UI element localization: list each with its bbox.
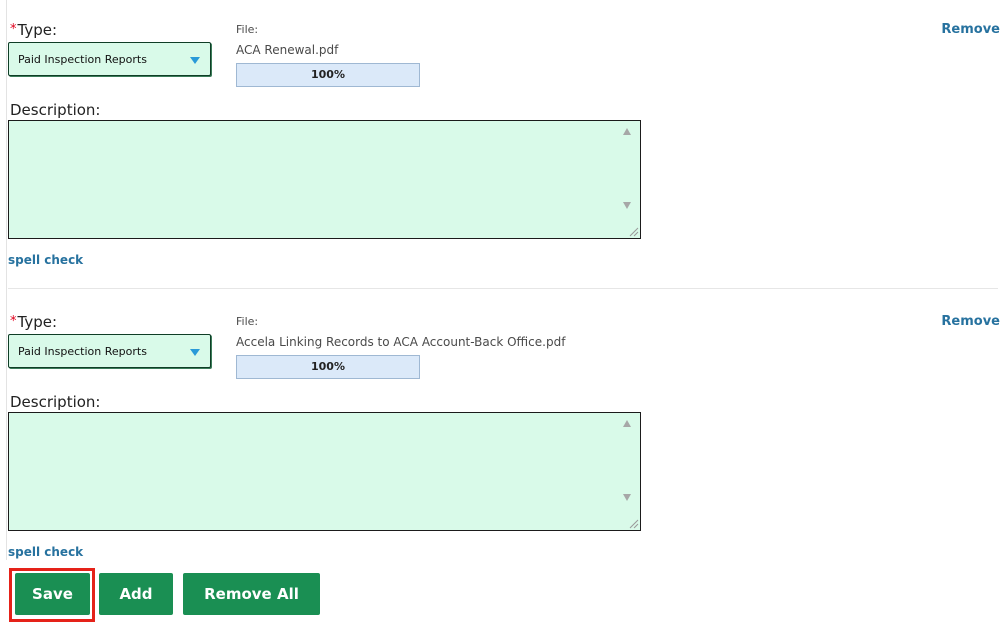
upload-progress-bar: 100% bbox=[236, 63, 420, 87]
document-type-value: Paid Inspection Reports bbox=[18, 53, 147, 66]
chevron-down-icon bbox=[190, 349, 200, 356]
resize-grip-icon[interactable] bbox=[628, 518, 639, 529]
type-label: *Type: bbox=[10, 313, 58, 331]
document-entry-1: *Type: Paid Inspection Reports File: ACA… bbox=[0, 0, 1003, 285]
document-type-value: Paid Inspection Reports bbox=[18, 345, 147, 358]
description-textarea[interactable] bbox=[8, 120, 641, 239]
document-entry-2: *Type: Paid Inspection Reports File: Acc… bbox=[0, 292, 1003, 577]
spell-check-link[interactable]: spell check bbox=[8, 545, 83, 559]
remove-link[interactable]: Remove bbox=[941, 314, 1000, 329]
add-button[interactable]: Add bbox=[99, 573, 173, 615]
action-button-bar: Save Add Remove All bbox=[0, 568, 1003, 623]
file-label: File: bbox=[236, 23, 259, 36]
file-label: File: bbox=[236, 315, 259, 328]
section-divider bbox=[8, 288, 998, 289]
type-label: *Type: bbox=[10, 21, 58, 39]
attachment-form: *Type: Paid Inspection Reports File: ACA… bbox=[0, 0, 1003, 623]
file-name: Accela Linking Records to ACA Account-Ba… bbox=[236, 335, 566, 349]
document-type-select[interactable]: Paid Inspection Reports bbox=[8, 334, 211, 368]
remove-link[interactable]: Remove bbox=[941, 22, 1000, 37]
required-marker: * bbox=[10, 22, 17, 37]
upload-progress-text: 100% bbox=[311, 68, 345, 81]
spell-check-link[interactable]: spell check bbox=[8, 253, 83, 267]
description-textarea[interactable] bbox=[8, 412, 641, 531]
document-type-select[interactable]: Paid Inspection Reports bbox=[8, 42, 211, 76]
scroll-up-arrow-icon[interactable] bbox=[623, 420, 631, 427]
description-label: Description: bbox=[10, 393, 101, 411]
scroll-down-arrow-icon[interactable] bbox=[623, 494, 631, 501]
scroll-down-arrow-icon[interactable] bbox=[623, 202, 631, 209]
file-name: ACA Renewal.pdf bbox=[236, 43, 339, 57]
scroll-up-arrow-icon[interactable] bbox=[623, 128, 631, 135]
resize-grip-icon[interactable] bbox=[628, 226, 639, 237]
save-button[interactable]: Save bbox=[15, 573, 90, 615]
chevron-down-icon bbox=[190, 57, 200, 64]
remove-all-button[interactable]: Remove All bbox=[183, 573, 320, 615]
required-marker: * bbox=[10, 314, 17, 329]
upload-progress-bar: 100% bbox=[236, 355, 420, 379]
description-label: Description: bbox=[10, 101, 101, 119]
upload-progress-text: 100% bbox=[311, 360, 345, 373]
